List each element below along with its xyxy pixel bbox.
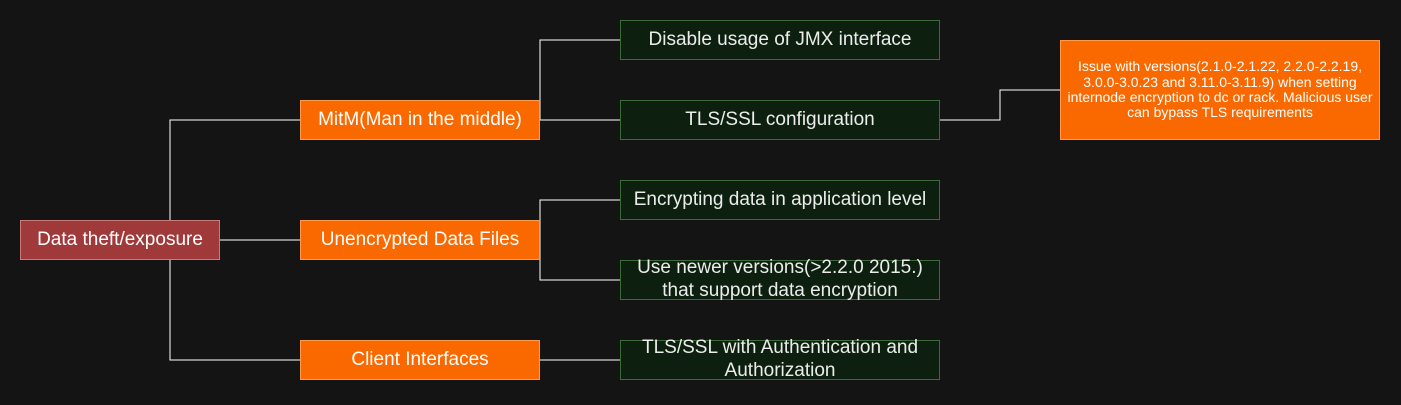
diagram-canvas: Data theft/exposure MitM(Man in the midd… <box>0 0 1401 405</box>
root-node-label: Data theft/exposure <box>37 228 203 250</box>
edge-unencrypted-to-newer-versions <box>539 240 620 281</box>
leaf-label-disable-jmx: Disable usage of JMX interface <box>648 28 912 50</box>
edge-tls-to-note <box>940 89 1060 121</box>
edge-unencrypted-to-app-encryption <box>539 199 620 240</box>
leaf-node-disable-jmx: Disable usage of JMX interface <box>620 20 940 60</box>
note-node-version-issue: Issue with versions(2.1.0-2.1.22, 2.2.0-… <box>1060 40 1380 140</box>
category-node-client-interfaces: Client Interfaces <box>300 340 540 380</box>
category-label-mitm: MitM(Man in the middle) <box>318 108 522 130</box>
leaf-label-app-encryption: Encrypting data in application level <box>633 188 927 210</box>
category-node-unencrypted-files: Unencrypted Data Files <box>300 220 540 260</box>
leaf-label-tls-auth: TLS/SSL with Authentication and Authoriz… <box>641 337 919 381</box>
leaf-node-tls-config: TLS/SSL configuration <box>620 100 940 140</box>
leaf-node-app-encryption: Encrypting data in application level <box>620 180 940 220</box>
leaf-node-newer-versions: Use newer versions(>2.2.0 2015.) that su… <box>620 257 940 301</box>
note-label-version-issue: Issue with versions(2.1.0-2.1.22, 2.2.0-… <box>1067 58 1373 121</box>
leaf-node-tls-auth: TLS/SSL with Authentication and Authoriz… <box>620 337 940 381</box>
edge-mitm-to-jmx <box>539 39 620 120</box>
leaf-label-tls-config: TLS/SSL configuration <box>685 108 875 130</box>
leaf-label-newer-versions: Use newer versions(>2.2.0 2015.) that su… <box>637 257 923 301</box>
category-label-unencrypted-files: Unencrypted Data Files <box>320 228 520 250</box>
category-label-client-interfaces: Client Interfaces <box>351 348 489 370</box>
root-node-data-theft: Data theft/exposure <box>20 220 220 260</box>
category-node-mitm: MitM(Man in the middle) <box>300 100 540 140</box>
